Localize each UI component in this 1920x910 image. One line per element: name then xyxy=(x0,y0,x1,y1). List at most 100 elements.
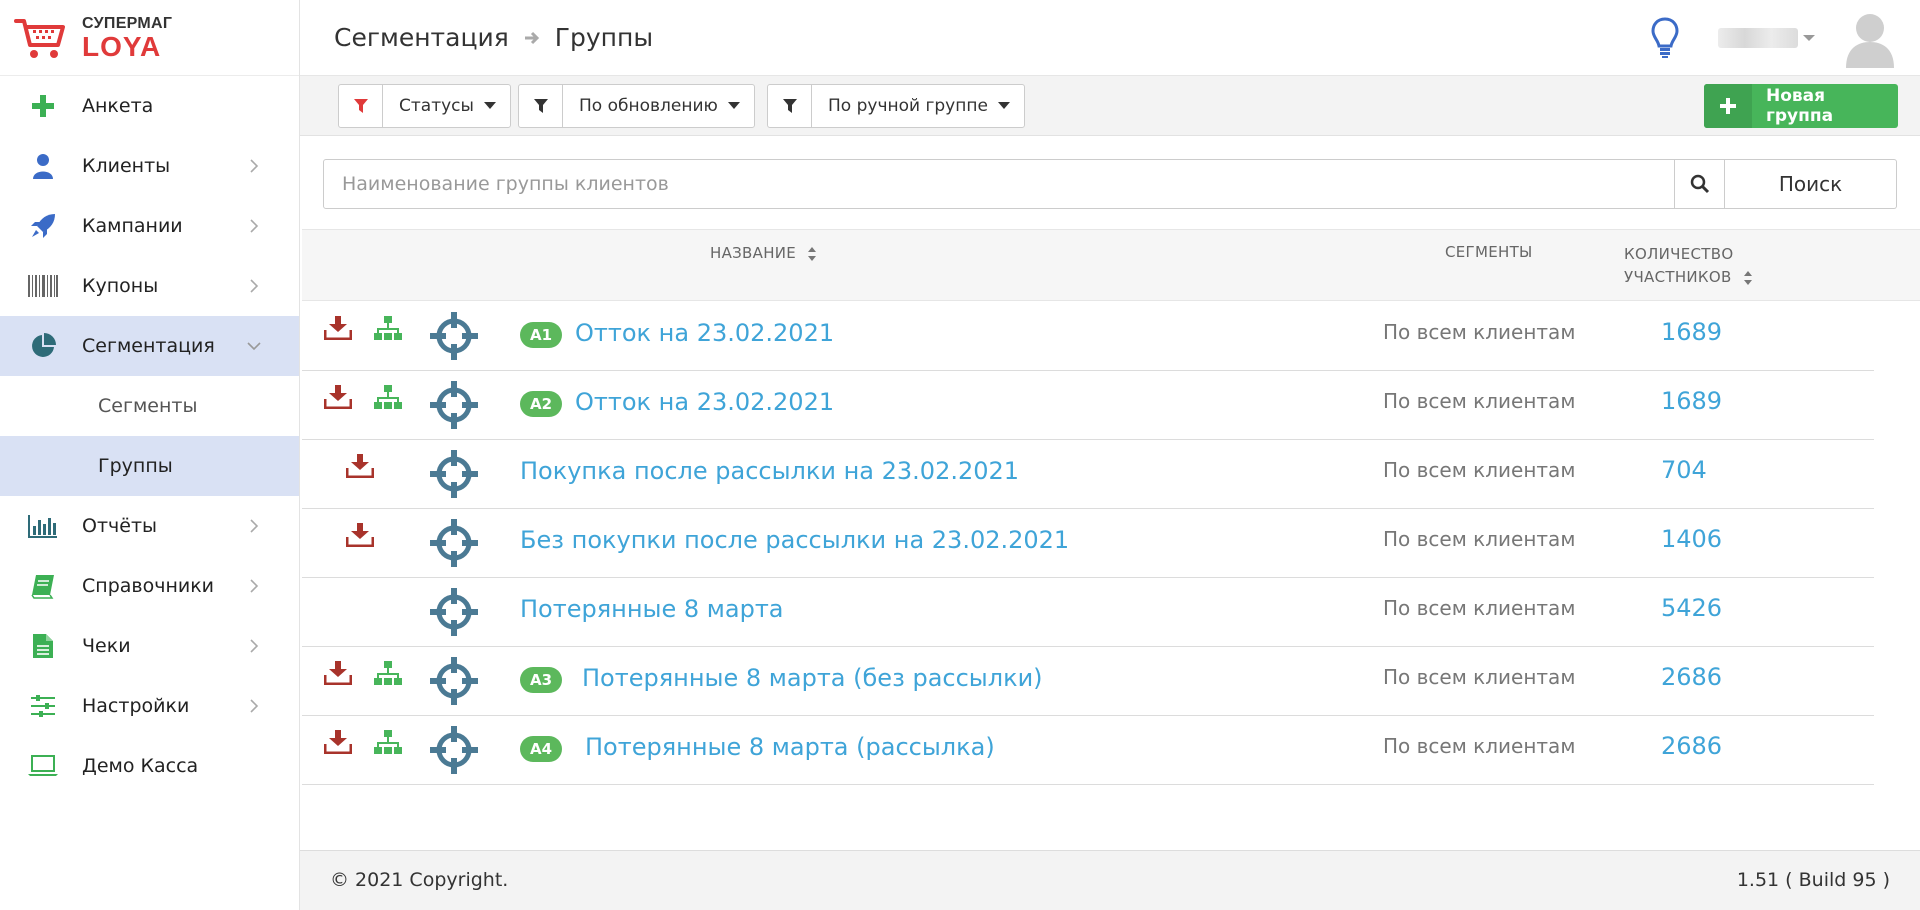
group-count-link[interactable]: 2686 xyxy=(1661,663,1722,691)
status-badge: A4 xyxy=(520,736,563,762)
table-row: Потерянные 8 марта По всем клиентам 5426 xyxy=(302,578,1874,647)
target-icon[interactable] xyxy=(430,381,478,429)
group-name-link[interactable]: Без покупки после рассылки на 23.02.2021 xyxy=(520,526,1069,554)
group-count-link[interactable]: 5426 xyxy=(1661,594,1722,622)
group-name-link[interactable]: Потерянные 8 марта (рассылка) xyxy=(585,733,995,761)
group-name-link[interactable]: Покупка после рассылки на 23.02.2021 xyxy=(520,457,1019,485)
filter-label: Статусы xyxy=(399,96,474,116)
download-icon[interactable] xyxy=(324,661,352,685)
brand-line1: СУПЕРМАГ xyxy=(82,14,173,32)
hierarchy-icon[interactable] xyxy=(374,661,402,685)
hierarchy-icon[interactable] xyxy=(374,730,402,754)
hierarchy-icon[interactable] xyxy=(374,316,402,340)
column-header-count-line2: УЧАСТНИКОВ xyxy=(1624,268,1732,286)
sidebar-item-label: Кампании xyxy=(82,215,183,237)
sidebar-item-reports[interactable]: Отчёты xyxy=(0,496,299,556)
group-segment: По всем клиентам xyxy=(1383,665,1576,689)
footer: © 2021 Copyright. 1.51 ( Build 95 ) xyxy=(300,850,1920,910)
chevron-right-icon xyxy=(250,159,259,173)
sidebar-item-settings[interactable]: Настройки xyxy=(0,676,299,736)
sidebar-item-label: Анкета xyxy=(82,95,154,117)
table-row: A3 Потерянные 8 марта (без рассылки) По … xyxy=(302,647,1874,716)
status-badge: A2 xyxy=(520,391,563,417)
rocket-icon xyxy=(28,212,58,240)
user-menu[interactable] xyxy=(1718,28,1798,48)
caret-down-icon[interactable] xyxy=(1802,33,1816,43)
hierarchy-icon[interactable] xyxy=(374,385,402,409)
user-icon xyxy=(28,152,58,180)
group-segment: По всем клиентам xyxy=(1383,527,1576,551)
status-badge: A1 xyxy=(520,322,563,348)
search-icon xyxy=(1690,174,1709,194)
target-icon[interactable] xyxy=(430,450,478,498)
brand-line2: LOYA xyxy=(82,30,162,62)
sidebar-item-label: Сегментация xyxy=(82,335,215,357)
new-group-button[interactable]: Новая группа xyxy=(1704,84,1898,128)
cart-icon xyxy=(14,18,65,58)
breadcrumb-item-segmentation[interactable]: Сегментация xyxy=(334,23,509,52)
search-button[interactable]: Поиск xyxy=(1725,159,1897,209)
group-count-link[interactable]: 2686 xyxy=(1661,732,1722,760)
sliders-icon xyxy=(28,692,58,720)
sidebar-subitem-groups[interactable]: Группы xyxy=(0,436,299,496)
sidebar-item-label: Чеки xyxy=(82,635,131,657)
logo[interactable]: СУПЕРМАГ LOYA xyxy=(0,0,299,76)
group-count-link[interactable]: 704 xyxy=(1661,456,1707,484)
column-header-name[interactable]: НАЗВАНИЕ xyxy=(710,244,817,262)
new-group-label: Новая группа xyxy=(1765,86,1834,126)
column-header-count-line1: КОЛИЧЕСТВО xyxy=(1624,245,1734,263)
target-icon[interactable] xyxy=(430,726,478,774)
group-count-link[interactable]: 1406 xyxy=(1661,525,1722,553)
download-icon[interactable] xyxy=(346,523,374,547)
lightbulb-icon[interactable] xyxy=(1650,17,1680,59)
header: Сегментация Группы xyxy=(300,0,1920,76)
target-icon[interactable] xyxy=(430,657,478,705)
chevron-right-icon xyxy=(250,519,259,533)
sidebar-item-directories[interactable]: Справочники xyxy=(0,556,299,616)
column-header-name-label: НАЗВАНИЕ xyxy=(710,244,797,262)
sidebar-item-label: Демо Касса xyxy=(82,755,199,777)
table-body: A1 Отток на 23.02.2021 По всем клиентам … xyxy=(302,302,1874,785)
search-icon-button[interactable] xyxy=(1675,159,1725,209)
group-count-link[interactable]: 1689 xyxy=(1661,318,1722,346)
column-header-count[interactable]: КОЛИЧЕСТВО УЧАСТНИКОВ xyxy=(1624,243,1753,289)
sidebar-subitem-segments[interactable]: Сегменты xyxy=(0,376,299,436)
search-input[interactable] xyxy=(323,159,1675,209)
target-icon[interactable] xyxy=(430,312,478,360)
avatar[interactable] xyxy=(1844,8,1896,68)
sidebar-item-coupons[interactable]: Купоны xyxy=(0,256,299,316)
copyright: © 2021 Copyright. xyxy=(330,869,509,891)
group-name-link[interactable]: Отток на 23.02.2021 xyxy=(575,319,834,347)
plus-icon xyxy=(28,92,58,120)
download-icon[interactable] xyxy=(324,730,352,754)
chevron-right-icon xyxy=(250,279,259,293)
sidebar-item-label: Купоны xyxy=(82,275,159,297)
plus-icon xyxy=(1704,84,1752,128)
sidebar-item-segmentation[interactable]: Сегментация xyxy=(0,316,299,376)
caret-down-icon xyxy=(727,102,740,109)
filter-statuses[interactable]: Статусы xyxy=(338,84,511,128)
download-icon[interactable] xyxy=(346,454,374,478)
sidebar-item-campaigns[interactable]: Кампании xyxy=(0,196,299,256)
filter-by-update[interactable]: По обновлению xyxy=(518,84,755,128)
download-icon[interactable] xyxy=(324,385,352,409)
table-row: A4 Потерянные 8 марта (рассылка) По всем… xyxy=(302,716,1874,785)
download-icon[interactable] xyxy=(324,316,352,340)
target-icon[interactable] xyxy=(430,588,478,636)
group-count-link[interactable]: 1689 xyxy=(1661,387,1722,415)
sidebar-item-demo-kassa[interactable]: Демо Касса xyxy=(0,736,299,796)
pie-chart-icon xyxy=(28,332,58,360)
toolbar: Статусы По обновлению По ручной группе Н… xyxy=(300,76,1920,136)
sidebar-item-clients[interactable]: Клиенты xyxy=(0,136,299,196)
group-name-link[interactable]: Потерянные 8 марта xyxy=(520,595,784,623)
group-name-link[interactable]: Отток на 23.02.2021 xyxy=(575,388,834,416)
filter-icon xyxy=(768,85,812,127)
sidebar-item-anketa[interactable]: Анкета xyxy=(0,76,299,136)
status-badge: A3 xyxy=(520,667,563,693)
group-name-link[interactable]: Потерянные 8 марта (без рассылки) xyxy=(582,664,1043,692)
filter-by-manual-group[interactable]: По ручной группе xyxy=(767,84,1025,128)
group-segment: По всем клиентам xyxy=(1383,320,1576,344)
caret-down-icon xyxy=(997,102,1010,109)
target-icon[interactable] xyxy=(430,519,478,567)
sidebar-item-receipts[interactable]: Чеки xyxy=(0,616,299,676)
